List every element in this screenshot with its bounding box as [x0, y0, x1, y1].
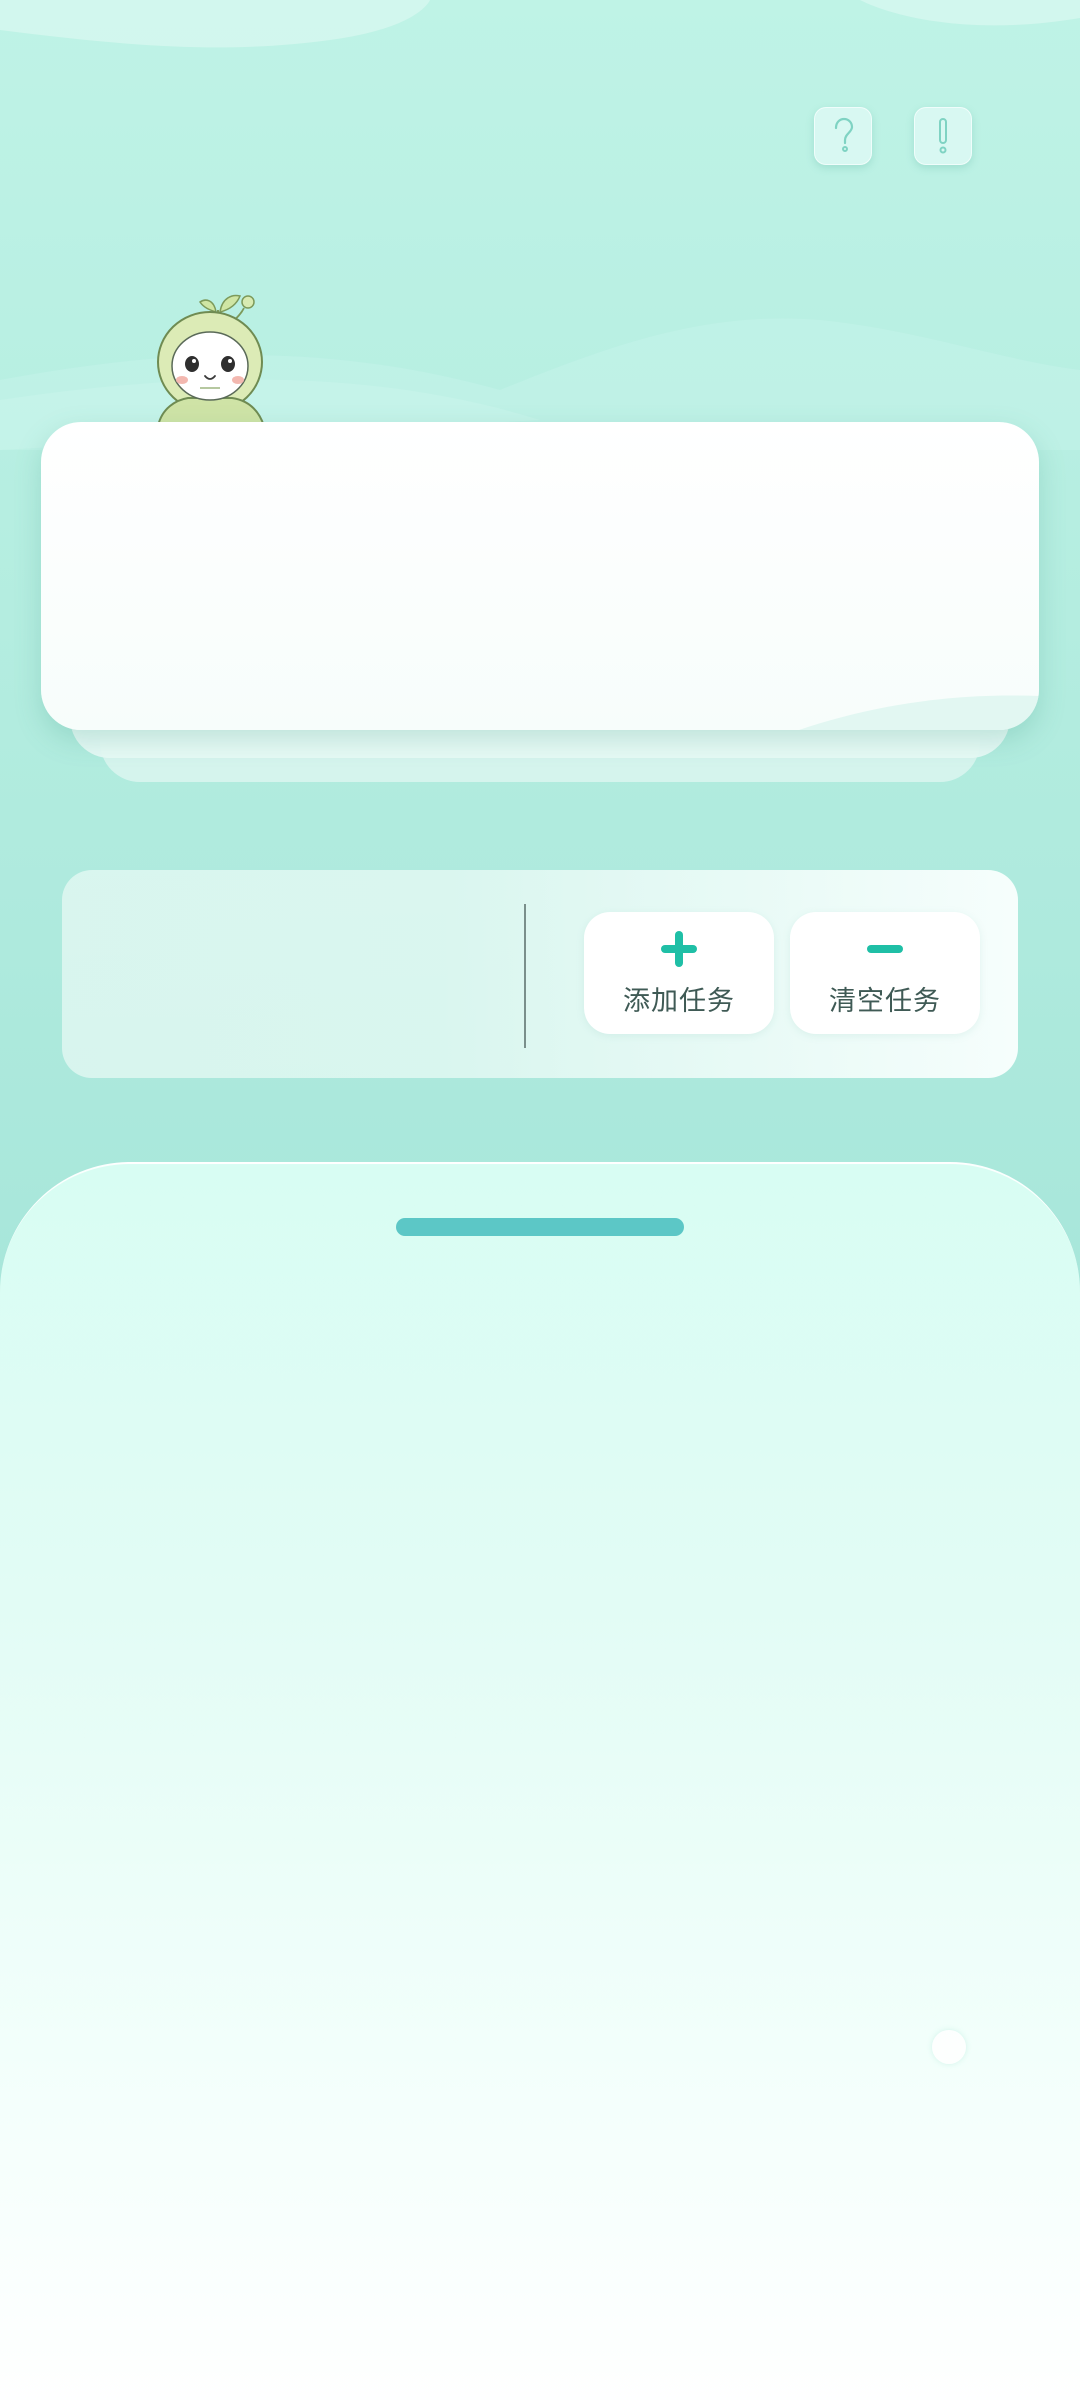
add-task-button[interactable]: 添加任务: [584, 912, 774, 1034]
mascot-illustration: [156, 294, 266, 426]
help-button[interactable]: [814, 107, 872, 165]
main-card: [41, 422, 1039, 730]
clear-tasks-label: 清空任务: [829, 985, 941, 1017]
panel-divider: [524, 904, 526, 1048]
plus-icon: [661, 930, 697, 967]
info-button[interactable]: [914, 107, 972, 165]
bottom-sheet: [0, 1162, 1080, 2400]
task-panel: 添加任务 清空任务: [62, 870, 1018, 1078]
exclamation-icon: [939, 118, 947, 154]
minus-icon: [867, 944, 903, 953]
app-screen: 添加任务 清空任务: [0, 0, 1080, 2400]
sheet-drag-handle[interactable]: [396, 1218, 684, 1236]
card-wave-decoration: [799, 695, 1039, 730]
sheet-dot-decoration: [932, 2030, 966, 2064]
top-wave-decoration: [0, 0, 1080, 48]
question-mark-icon: [834, 117, 854, 152]
clear-tasks-button[interactable]: 清空任务: [790, 912, 980, 1034]
add-task-label: 添加任务: [623, 985, 735, 1017]
